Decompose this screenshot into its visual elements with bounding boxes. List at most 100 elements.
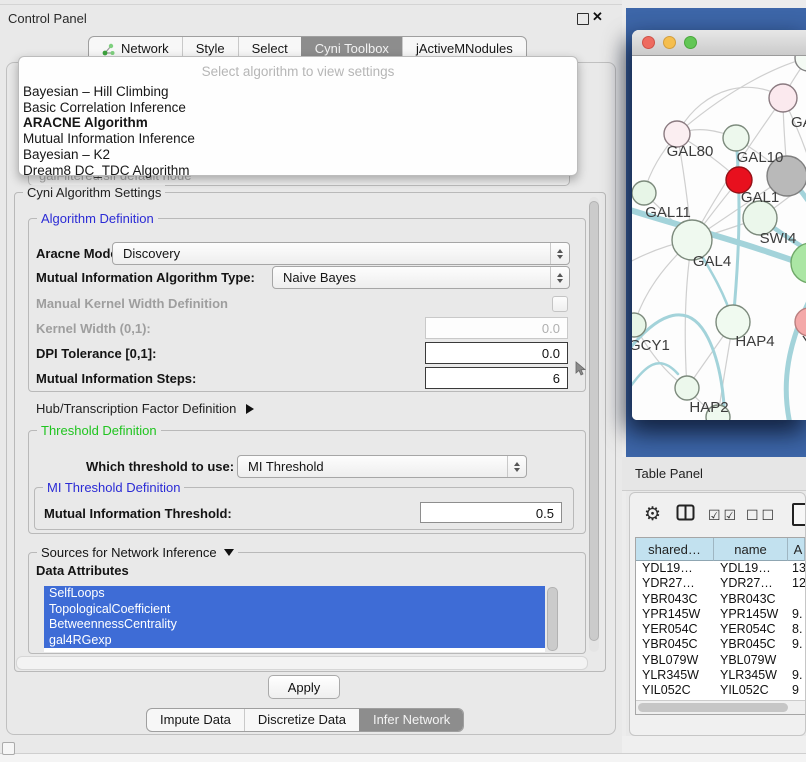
mi-steps-field[interactable]: 6	[425, 367, 568, 389]
zoom-traffic-light[interactable]	[684, 36, 697, 49]
minimize-traffic-light[interactable]	[663, 36, 676, 49]
expanded-arrow-icon	[224, 549, 234, 556]
table-row[interactable]: YDR27…YDR27…12	[636, 576, 805, 591]
cell: YBR043C	[714, 592, 788, 607]
table-hscrollbar[interactable]	[636, 700, 805, 714]
cell: YIL052C	[636, 683, 714, 698]
table-row[interactable]: YDL19…YDL19…13	[636, 561, 805, 576]
top-strip	[626, 0, 806, 8]
mi-threshold-field[interactable]: 0.5	[420, 502, 562, 523]
cell: 12	[788, 576, 805, 591]
table-row[interactable]: YIL052CYIL052C9	[636, 683, 805, 698]
data-attributes-list[interactable]: SelfLoops TopologicalCoefficient Between…	[44, 586, 545, 652]
cell: 9.	[788, 607, 805, 622]
network-graph[interactable]: GAL GAL80 GAL10 GAL1 GAL11 SWI4 GAL4 GCY…	[632, 56, 806, 420]
control-panel-title: Control Panel	[8, 11, 87, 26]
document-icon[interactable]	[792, 503, 806, 526]
table-row[interactable]: YLR345WYLR345W9.	[636, 668, 805, 683]
unchecked-boxes-icon[interactable]: ☐☐	[746, 507, 777, 524]
cell	[788, 592, 805, 607]
algorithm-option-selected[interactable]: ARACNE Algorithm	[23, 115, 573, 131]
cell: YLR345W	[714, 668, 788, 683]
settings-group-title: Cyni Algorithm Settings	[23, 185, 165, 200]
apply-button[interactable]: Apply	[268, 675, 340, 699]
node-gal10[interactable]	[723, 125, 749, 151]
header-clipped[interactable]: A	[788, 538, 805, 561]
node-gal-partial[interactable]	[769, 84, 797, 112]
which-threshold-label: Which threshold to use:	[86, 459, 234, 474]
node-label: Y	[802, 333, 806, 350]
manual-kernel-width-checkbox[interactable]	[552, 296, 568, 312]
dpi-tolerance-field[interactable]: 0.0	[425, 342, 568, 364]
gear-icon[interactable]: ⚙	[644, 503, 661, 526]
algorithm-dropdown: Select algorithm to view settings Bayesi…	[18, 56, 578, 176]
node-label: GAL10	[737, 149, 784, 166]
table-panel-title: Table Panel	[635, 466, 703, 481]
algorithm-option[interactable]: Basic Correlation Inference	[23, 100, 573, 116]
algorithm-definition-title: Algorithm Definition	[37, 211, 158, 226]
mi-algorithm-type-label: Mutual Information Algorithm Type:	[36, 270, 255, 285]
table-row[interactable]: YER054CYER054C8.	[636, 622, 805, 637]
network-canvas[interactable]: GAL GAL80 GAL10 GAL1 GAL11 SWI4 GAL4 GCY…	[632, 56, 806, 420]
cell: YDR27…	[714, 576, 788, 591]
list-item[interactable]: BetweennessCentrality	[44, 617, 545, 633]
settings-scrollbar-thumb[interactable]	[589, 201, 599, 641]
algorithm-option[interactable]: Dream8 DC_TDC Algorithm	[23, 163, 573, 179]
cell: 13	[788, 561, 805, 576]
table-row[interactable]: YBL079WYBL079W	[636, 653, 805, 668]
tab-infer-network[interactable]: Infer Network	[359, 709, 463, 731]
mi-algorithm-type-select[interactable]: Naive Bayes	[272, 266, 570, 289]
table-row[interactable]: YBR045CYBR045C9.	[636, 637, 805, 652]
cell: YBR043C	[636, 592, 714, 607]
dpi-tolerance-label: DPI Tolerance [0,1]:	[36, 346, 156, 361]
mouse-cursor	[575, 361, 587, 382]
list-item[interactable]: gal4RGexp	[44, 633, 545, 649]
float-window-icon[interactable]	[577, 13, 589, 25]
node-partial-top[interactable]	[795, 56, 806, 71]
corner-panel-icon[interactable]	[2, 742, 15, 755]
table-row[interactable]: YBR043CYBR043C	[636, 592, 805, 607]
spinner-arrows-icon	[550, 267, 569, 288]
app-root: Control Panel ✕ Network Style Select Cyn…	[0, 0, 806, 762]
node-bright-green[interactable]	[791, 243, 806, 283]
cell: 9.	[788, 637, 805, 652]
checked-boxes-icon[interactable]: ☑☑	[708, 507, 739, 524]
tab-impute-data[interactable]: Impute Data	[147, 709, 244, 731]
columns-icon[interactable]	[676, 504, 695, 526]
header-shared-name[interactable]: shared…	[636, 538, 714, 561]
spinner-arrows-icon	[507, 456, 526, 477]
cell: YBR045C	[636, 637, 714, 652]
algorithm-option[interactable]: Bayesian – K2	[23, 147, 573, 163]
cell: YDL19…	[636, 561, 714, 576]
node-gal11[interactable]	[632, 181, 656, 205]
spinner-arrows-icon	[550, 243, 569, 264]
cell: YPR145W	[636, 607, 714, 622]
list-item[interactable]: SelfLoops	[44, 586, 545, 602]
settings-hscrollbar[interactable]	[16, 656, 588, 670]
algorithm-option[interactable]: Bayesian – Hill Climbing	[23, 84, 573, 100]
table-row[interactable]: YPR145WYPR145W9.	[636, 607, 805, 622]
aracne-mode-select[interactable]: Discovery	[112, 242, 570, 265]
header-name[interactable]: name	[714, 538, 788, 561]
algorithm-option[interactable]: Mutual Information Inference	[23, 131, 573, 147]
table-panel: ⚙ ☑☑ ☐☐ shared… name A YDL19…YDL19…13 YD…	[629, 492, 806, 736]
node-hap2[interactable]	[675, 376, 699, 400]
tab-discretize-data[interactable]: Discretize Data	[244, 709, 359, 731]
sources-group-title[interactable]: Sources for Network Inference	[37, 545, 238, 560]
collapsed-arrow-icon	[246, 404, 254, 414]
network-window: GAL GAL80 GAL10 GAL1 GAL11 SWI4 GAL4 GCY…	[632, 30, 806, 420]
attributes-scrollbar-thumb[interactable]	[547, 587, 558, 651]
close-traffic-light[interactable]	[642, 36, 655, 49]
network-window-titlebar[interactable]	[632, 30, 806, 56]
list-item[interactable]: TopologicalCoefficient	[44, 602, 545, 618]
table-header-row: shared… name A	[636, 538, 805, 561]
kernel-width-field[interactable]: 0.0	[425, 317, 568, 339]
table-panel-titlebar: Table Panel	[622, 457, 806, 491]
close-icon[interactable]: ✕	[592, 9, 603, 25]
hub-definition-toggle[interactable]: Hub/Transcription Factor Definition	[36, 401, 254, 416]
node-label: GCY1	[632, 337, 670, 354]
node-table: shared… name A YDL19…YDL19…13 YDR27…YDR2…	[635, 537, 806, 715]
settings-scrollbar-track[interactable]	[589, 197, 599, 652]
which-threshold-select[interactable]: MI Threshold	[237, 455, 527, 478]
table-hscrollbar-thumb[interactable]	[638, 703, 788, 712]
